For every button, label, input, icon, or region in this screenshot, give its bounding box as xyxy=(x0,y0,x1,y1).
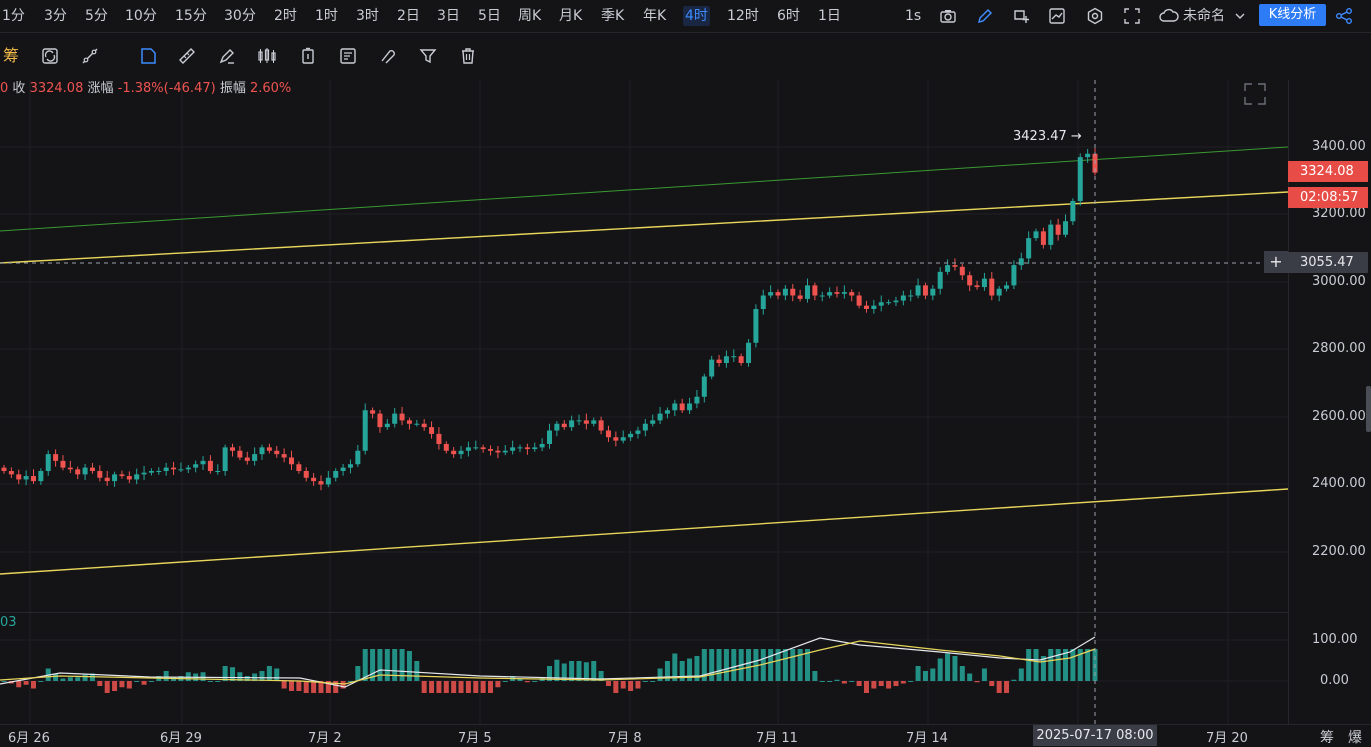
price-axis-label: 2800.00 xyxy=(1312,341,1366,356)
crosshair-price-tag: 3055.47 xyxy=(1288,252,1368,273)
chips-button[interactable]: 筹 xyxy=(1320,727,1334,747)
price-axis-label: 3000.00 xyxy=(1312,274,1366,289)
high-marker: 3423.47 → xyxy=(1013,129,1082,144)
price-axis-label: 3400.00 xyxy=(1312,139,1366,154)
crosshair-date-tag: 2025-07-17 08:00 xyxy=(1033,725,1157,746)
price-axis-label: 2400.00 xyxy=(1312,476,1366,491)
liquidation-button[interactable]: 爆 xyxy=(1348,727,1362,747)
add-alert-button[interactable]: + xyxy=(1264,251,1288,273)
scroll-handle[interactable] xyxy=(1366,386,1371,432)
time-axis-label: 6月 29 xyxy=(160,731,202,746)
time-axis-label: 7月 8 xyxy=(608,731,642,746)
time-axis-label: 7月 20 xyxy=(1206,731,1248,746)
macd-axis-100: 100.00 xyxy=(1312,632,1358,647)
price-axis-label: 2200.00 xyxy=(1312,544,1366,559)
candlestick-chart[interactable] xyxy=(0,0,1371,746)
crosshair xyxy=(0,80,1288,725)
time-axis-label: 7月 5 xyxy=(458,731,492,746)
price-axis-label: 2600.00 xyxy=(1312,409,1366,424)
arrow-right-icon: → xyxy=(1066,129,1082,144)
time-axis-label: 7月 11 xyxy=(756,731,798,746)
candles xyxy=(1,148,1098,491)
time-axis-label: 7月 14 xyxy=(906,731,948,746)
current-price-tag: 3324.08 xyxy=(1288,161,1368,182)
price-axis-label: 3200.00 xyxy=(1312,206,1366,221)
time-axis-label: 6月 26 xyxy=(8,731,50,746)
indicator-label: 03 xyxy=(0,615,17,630)
high-marker-value: 3423.47 xyxy=(1013,129,1067,144)
time-axis-label: 7月 2 xyxy=(308,731,342,746)
macd-axis-0: 0.00 xyxy=(1320,673,1349,688)
expand-icon[interactable] xyxy=(1244,83,1266,105)
macd-indicator xyxy=(0,636,1098,693)
countdown-tag: 02:08:57 xyxy=(1288,187,1368,208)
